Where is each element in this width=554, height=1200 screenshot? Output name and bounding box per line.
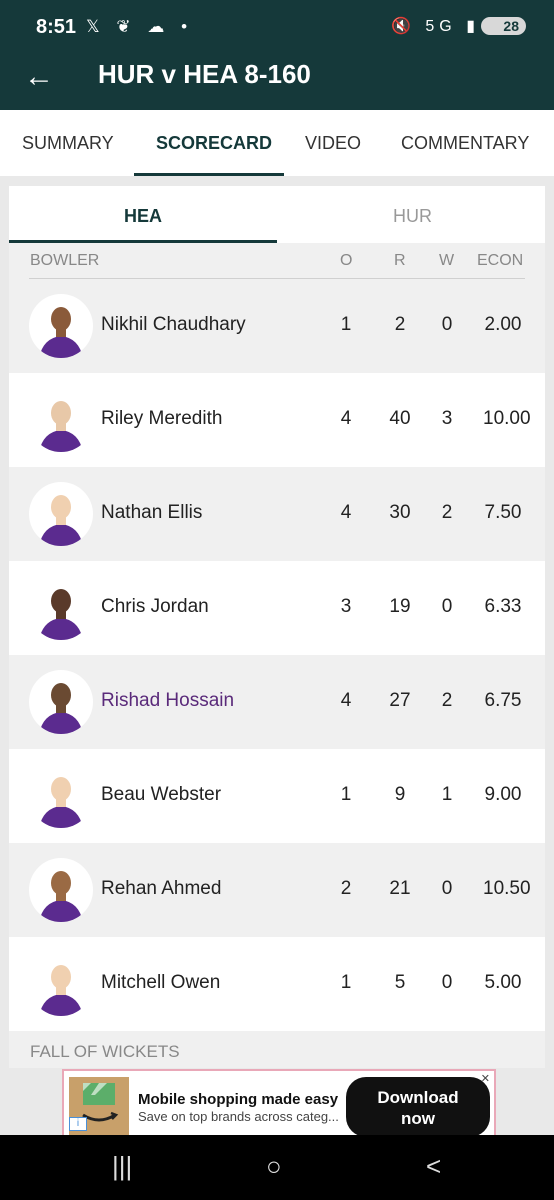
col-bowler: BOWLER	[30, 252, 100, 269]
player-avatar	[29, 576, 93, 640]
bowler-row[interactable]: Rishad Hossain 4 27 2 6.75	[9, 655, 545, 749]
ad-close-icon[interactable]: ✕	[481, 1072, 490, 1085]
player-avatar	[29, 482, 93, 546]
player-avatar	[29, 388, 93, 452]
bowler-w: 0	[441, 314, 453, 335]
bowler-econ: 6.33	[484, 596, 522, 617]
recents-icon[interactable]: |||	[112, 1151, 132, 1182]
bowler-w: 2	[441, 502, 453, 523]
system-nav-bar: ||| ○ <	[0, 1135, 554, 1200]
home-icon[interactable]: ○	[266, 1151, 282, 1182]
col-wickets: W	[439, 252, 455, 269]
col-economy: ECON	[477, 252, 524, 269]
bowler-name[interactable]: Nathan Ellis	[101, 502, 202, 524]
bowler-o: 4	[340, 690, 352, 711]
ad-download-button[interactable]: Download now	[346, 1077, 490, 1137]
bowler-o: 1	[340, 972, 352, 993]
team-tabs: HEA HUR	[9, 186, 545, 243]
bowler-row[interactable]: Beau Webster 1 9 1 9.00	[9, 749, 545, 843]
bowler-econ: 6.75	[484, 690, 522, 711]
app-bar: ← HUR v HEA 8-160	[0, 56, 554, 110]
ad-cta-line2: now	[401, 1109, 435, 1128]
ad-banner[interactable]: i Mobile shopping made easy Save on top …	[62, 1069, 496, 1137]
bowler-econ: 10.00	[483, 408, 531, 429]
bowling-header: BOWLER O R W ECON	[9, 243, 545, 279]
player-avatar	[29, 764, 93, 828]
bowler-w: 0	[441, 596, 453, 617]
bowler-name[interactable]: Nikhil Chaudhary	[101, 314, 246, 336]
bowler-r: 30	[389, 502, 411, 523]
active-tab-indicator	[134, 173, 284, 176]
bowler-row[interactable]: Nikhil Chaudhary 1 2 0 2.00	[9, 279, 545, 373]
main-tabs: SUMMARY SCORECARD VIDEO COMMENTARY	[0, 110, 554, 176]
tab-scorecard[interactable]: SCORECARD	[156, 133, 272, 154]
battery-indicator: 28	[481, 17, 526, 35]
back-icon[interactable]: <	[426, 1151, 441, 1182]
bowler-econ: 10.50	[483, 878, 531, 899]
bowler-econ: 7.50	[484, 502, 522, 523]
bowler-w: 0	[441, 878, 453, 899]
bowler-r: 40	[389, 408, 411, 429]
bowler-row[interactable]: Mitchell Owen 1 5 0 5.00	[9, 937, 545, 1031]
player-avatar	[29, 670, 93, 734]
tab-video[interactable]: VIDEO	[305, 133, 361, 154]
status-bar: 8:51 𝕏 ❦ ☁ • 🔇 5G ▮ 28	[0, 0, 554, 56]
bowler-name[interactable]: Mitchell Owen	[101, 972, 220, 994]
bowler-name[interactable]: Rehan Ahmed	[101, 878, 221, 900]
bowler-w: 1	[441, 784, 453, 805]
bowler-o: 4	[340, 408, 352, 429]
scorecard-panel: HEA HUR BOWLER O R W ECON Nikhil Chaudha…	[9, 186, 545, 1068]
bowler-r: 21	[389, 878, 411, 899]
status-time: 8:51	[36, 16, 77, 38]
bowler-w: 0	[441, 972, 453, 993]
bowler-o: 4	[340, 502, 352, 523]
bowler-row[interactable]: Rehan Ahmed 2 21 0 10.50	[9, 843, 545, 937]
bowler-econ: 5.00	[484, 972, 522, 993]
notification-icons: 𝕏 ❦ ☁ •	[86, 17, 194, 36]
signal-icons: 🔇 5G ▮	[391, 18, 480, 35]
bowler-r: 2	[394, 314, 406, 335]
bowler-name[interactable]: Beau Webster	[101, 784, 221, 806]
bowler-econ: 2.00	[484, 314, 522, 335]
tab-commentary[interactable]: COMMENTARY	[401, 133, 529, 154]
fall-of-wickets-heading: FALL OF WICKETS	[30, 1042, 180, 1061]
ad-cta-line1: Download	[377, 1088, 459, 1107]
bowler-name[interactable]: Riley Meredith	[101, 408, 222, 430]
bowler-row[interactable]: Nathan Ellis 4 30 2 7.50	[9, 467, 545, 561]
bowler-r: 9	[394, 784, 406, 805]
tab-summary[interactable]: SUMMARY	[22, 133, 114, 154]
ad-subtext: Save on top brands across categ...	[138, 1109, 339, 1124]
back-arrow-icon[interactable]: ←	[24, 60, 54, 94]
ad-info-icon[interactable]: i	[69, 1117, 87, 1131]
bowler-w: 2	[441, 690, 453, 711]
player-avatar	[29, 952, 93, 1016]
bowler-w: 3	[441, 408, 453, 429]
bowler-o: 1	[340, 314, 352, 335]
bowler-row[interactable]: Riley Meredith 4 40 3 10.00	[9, 373, 545, 467]
player-avatar	[29, 858, 93, 922]
tab-team-hur[interactable]: HUR	[393, 206, 432, 227]
ad-headline: Mobile shopping made easy	[138, 1091, 339, 1108]
bowler-name[interactable]: Rishad Hossain	[101, 690, 234, 712]
bowler-r: 19	[389, 596, 411, 617]
bowler-r: 27	[389, 690, 411, 711]
bowler-econ: 9.00	[484, 784, 522, 805]
bowler-o: 2	[340, 878, 352, 899]
player-avatar	[29, 294, 93, 358]
bowler-row[interactable]: Chris Jordan 3 19 0 6.33	[9, 561, 545, 655]
bowler-o: 1	[340, 784, 352, 805]
tab-team-hea[interactable]: HEA	[124, 206, 162, 227]
match-title: HUR v HEA 8-160	[98, 59, 311, 89]
bowler-name[interactable]: Chris Jordan	[101, 596, 209, 618]
col-overs: O	[340, 252, 353, 269]
bowler-o: 3	[340, 596, 352, 617]
col-runs: R	[394, 252, 406, 269]
bowler-r: 5	[394, 972, 406, 993]
